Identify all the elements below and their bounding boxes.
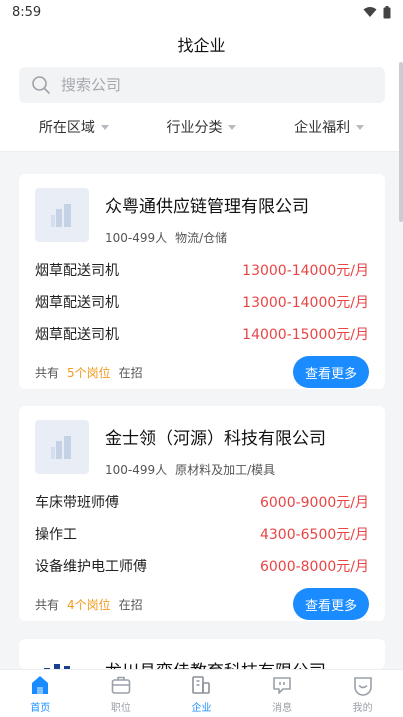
company-logo (35, 188, 89, 242)
job-row[interactable]: 操作工 4300-6500元/月 (35, 518, 369, 550)
company-card[interactable]: 金士领（河源）科技有限公司 100-499人 原材料及加工/模具 车床带班师傅 … (19, 406, 385, 621)
position-count: 5个岗位 (67, 365, 111, 380)
company-industry: 原材料及加工/模具 (175, 463, 276, 477)
dropdown-arrow-icon (228, 124, 237, 130)
job-title: 设备维护电工师傅 (35, 559, 147, 575)
page-title: 找企业 (177, 36, 226, 55)
status-bar: 8:59 (0, 0, 403, 24)
tab-jobs[interactable]: 职位 (91, 674, 151, 714)
tab-label: 职位 (110, 702, 131, 714)
tab-label: 我的 (352, 702, 373, 714)
job-title: 烟草配送司机 (35, 263, 119, 279)
open-positions-summary: 共有 4个岗位 在招 (35, 597, 143, 612)
job-list: 烟草配送司机 13000-14000元/月 烟草配送司机 13000-14000… (35, 254, 369, 350)
home-icon (32, 675, 49, 694)
open-positions-summary: 共有 5个岗位 在招 (35, 365, 143, 380)
tab-label: 消息 (272, 702, 293, 714)
company-size: 100-499人 (105, 231, 168, 245)
tab-companies[interactable]: 企业 (171, 674, 231, 714)
job-salary: 13000-14000元/月 (242, 295, 369, 311)
filter-label: 企业福利 (294, 120, 351, 136)
company-name: 众粤通供应链管理有限公司 (105, 197, 309, 217)
view-more-button[interactable]: 查看更多 (292, 588, 369, 620)
battery-icon (383, 5, 391, 18)
briefcase-icon (111, 676, 131, 694)
filter-label: 所在区域 (38, 120, 95, 136)
building-icon (51, 204, 71, 227)
job-salary: 14000-15000元/月 (242, 327, 369, 343)
job-salary: 4300-6500元/月 (259, 527, 369, 543)
profile-icon (353, 676, 372, 696)
position-count: 4个岗位 (67, 597, 111, 612)
job-list: 车床带班师傅 6000-9000元/月 操作工 4300-6500元/月 设备维… (35, 486, 369, 582)
dropdown-arrow-icon (356, 124, 365, 130)
company-industry: 物流/仓储 (175, 231, 228, 245)
filter-benefits[interactable]: 企业福利 (294, 116, 365, 138)
company-logo (35, 420, 89, 474)
scrollbar[interactable] (399, 62, 403, 222)
search-bar[interactable] (19, 67, 385, 103)
building-icon (51, 436, 71, 459)
company-name: 龙川县奕佳教育科技有限公司 (105, 657, 326, 669)
job-title: 操作工 (35, 527, 77, 543)
tab-profile[interactable]: 我的 (333, 674, 393, 714)
message-icon (273, 676, 291, 694)
dropdown-arrow-icon (100, 124, 109, 130)
logo-mark-icon (44, 664, 70, 669)
search-icon (32, 76, 50, 94)
company-size: 100-499人 (105, 463, 168, 477)
job-title: 车床带班师傅 (35, 495, 119, 511)
company-card[interactable]: 众粤通供应链管理有限公司 100-499人 物流/仓储 烟草配送司机 13000… (19, 174, 385, 389)
filter-bar: 所在区域 行业分类 企业福利 (0, 116, 403, 138)
wifi-icon (363, 7, 377, 17)
job-salary: 6000-8000元/月 (259, 559, 369, 575)
company-name: 金士领（河源）科技有限公司 (105, 429, 326, 449)
filter-region[interactable]: 所在区域 (39, 116, 109, 138)
job-row[interactable]: 烟草配送司机 13000-14000元/月 (35, 286, 369, 318)
job-salary: 6000-9000元/月 (259, 495, 369, 511)
header: 找企业 所在区域 行业分类 企业福利 (0, 24, 403, 152)
building-icon (192, 675, 211, 694)
company-logo (35, 657, 89, 669)
bottom-tab-bar: 首页 职位 企业 消息 我的 (0, 669, 403, 717)
tab-label: 企业 (191, 702, 212, 714)
filter-industry[interactable]: 行业分类 (166, 116, 237, 138)
tab-label: 首页 (30, 702, 51, 714)
job-salary: 13000-14000元/月 (242, 263, 369, 279)
status-time: 8:59 (12, 4, 42, 20)
job-row[interactable]: 车床带班师傅 6000-9000元/月 (35, 486, 369, 518)
tab-messages[interactable]: 消息 (252, 674, 312, 714)
company-card[interactable]: 龙川县奕佳教育科技有限公司 (19, 639, 385, 669)
filter-label: 行业分类 (166, 120, 223, 136)
view-more-button[interactable]: 查看更多 (292, 356, 369, 388)
job-row[interactable]: 烟草配送司机 14000-15000元/月 (35, 318, 369, 350)
job-title: 烟草配送司机 (35, 295, 119, 311)
search-input[interactable] (61, 76, 361, 94)
job-row[interactable]: 烟草配送司机 13000-14000元/月 (35, 254, 369, 286)
job-title: 烟草配送司机 (35, 327, 119, 343)
job-row[interactable]: 设备维护电工师傅 6000-8000元/月 (35, 550, 369, 582)
tab-home[interactable]: 首页 (10, 674, 70, 714)
